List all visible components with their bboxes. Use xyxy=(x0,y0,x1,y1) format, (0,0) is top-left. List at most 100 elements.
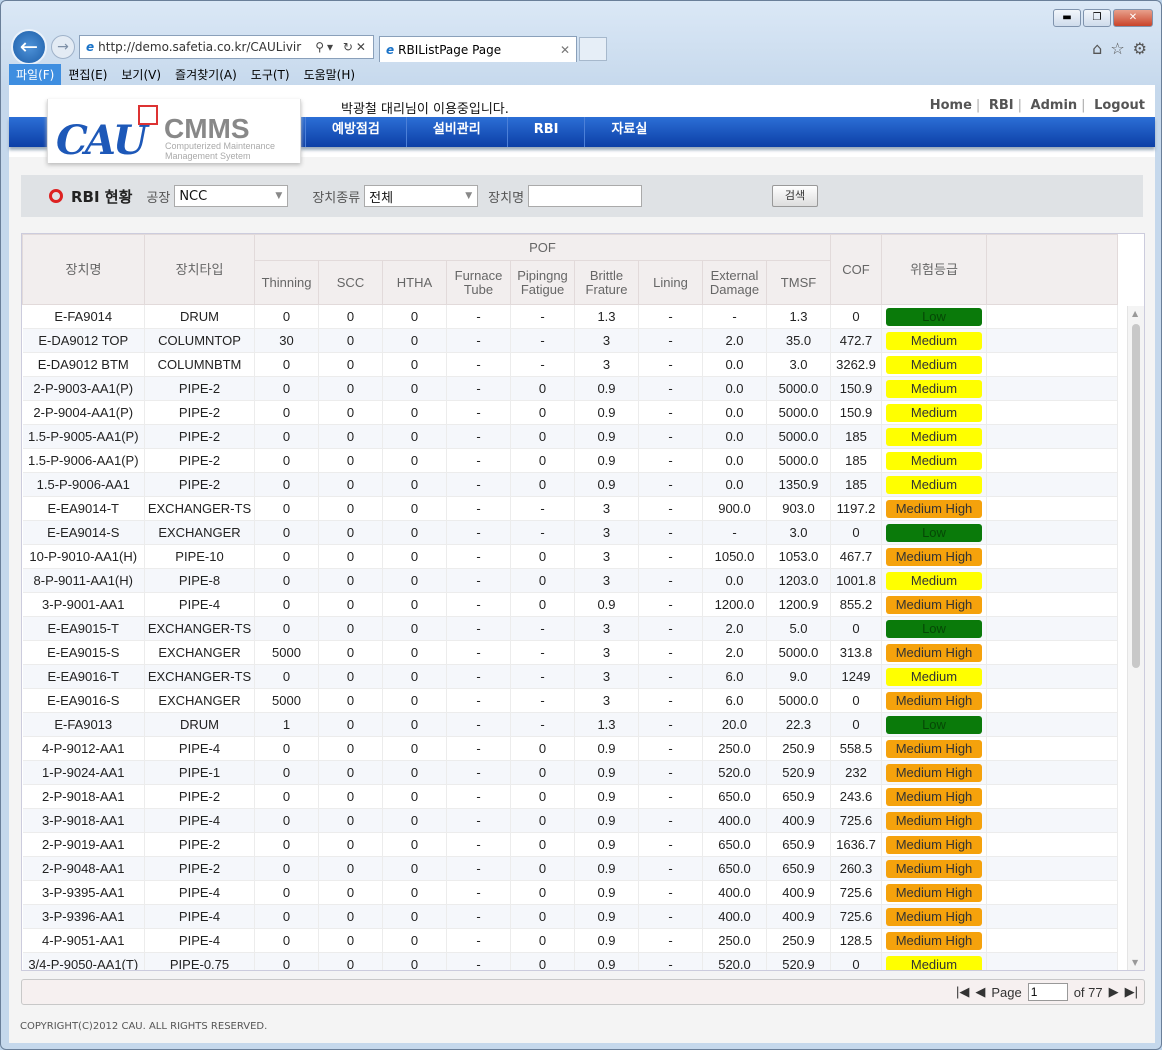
table-row[interactable]: E-EA9015-S EXCHANGER 5000 0 0- -3-2.0 5000.0 31… xyxy=(22,640,1118,665)
gear-icon[interactable]: ⚙ xyxy=(1133,39,1147,58)
col-htha[interactable]: HTHA xyxy=(382,260,447,305)
col-scc[interactable]: SCC xyxy=(318,260,383,305)
cell-tmsf: 5000.0 xyxy=(766,400,831,425)
table-row[interactable]: E-DA9012 BTM COLUMNBTM 0 0 0- -3-0.0 3.0 3262.9… xyxy=(22,352,1118,377)
scroll-thumb[interactable] xyxy=(1132,324,1140,668)
table-row[interactable]: 1.5-P-9005-AA1(P) PIPE-2 0 0 0-0 0.9-0.0 5000.… xyxy=(22,424,1118,449)
col-external[interactable]: External Damage xyxy=(702,260,767,305)
col-tmsf[interactable]: TMSF xyxy=(766,260,831,305)
new-tab-button[interactable] xyxy=(579,37,607,61)
cell-empty xyxy=(986,592,1118,617)
back-button[interactable]: ← xyxy=(11,29,47,65)
next-page-icon[interactable]: ▶ xyxy=(1109,984,1119,1000)
table-row[interactable]: E-EA9015-T EXCHANGER-TS 0 0 0- -3-2.0 5.0 0 Low xyxy=(22,616,1118,641)
table-row[interactable]: E-DA9012 TOP COLUMNTOP 30 0 0- -3-2.0 35.0 472.… xyxy=(22,328,1118,353)
address-tools-icon[interactable]: ⚲▾ ↻✕ xyxy=(315,40,373,54)
table-row[interactable]: 8-P-9011-AA1(H) PIPE-8 0 0 0-0 3-0.0 1203.0 100… xyxy=(22,568,1118,593)
last-page-icon[interactable]: ▶| xyxy=(1125,984,1138,1000)
table-row[interactable]: E-FA9013 DRUM 1 0 0- -1.3-20.0 22.3 0 Low xyxy=(22,712,1118,737)
cell-cof: 1249 xyxy=(830,664,882,689)
table-row[interactable]: 1-P-9024-AA1 PIPE-1 0 0 0-0 0.9-520.0 520.9 232… xyxy=(22,760,1118,785)
table-row[interactable]: E-EA9014-T EXCHANGER-TS 0 0 0- -3-900.0 903.0 1… xyxy=(22,496,1118,521)
cell-type: DRUM xyxy=(144,304,255,329)
nav-equipment[interactable]: 설비관리 xyxy=(405,117,507,147)
close-button[interactable]: ✕ xyxy=(1113,9,1153,27)
cell-name: E-DA9012 BTM xyxy=(22,352,145,377)
table-row[interactable]: 3-P-9018-AA1 PIPE-4 0 0 0-0 0.9-400.0 400.9 725… xyxy=(22,808,1118,833)
cell-type: PIPE-2 xyxy=(144,472,255,497)
forward-button[interactable]: → xyxy=(51,35,75,59)
cell-thinning: 0 xyxy=(254,832,319,857)
table-row[interactable]: E-EA9016-S EXCHANGER 5000 0 0- -3-6.0 5000.0 0 M… xyxy=(22,688,1118,713)
table-row[interactable]: 10-P-9010-AA1(H) PIPE-10 0 0 0-0 3-1050.0 1053… xyxy=(22,544,1118,569)
address-bar[interactable]: e http://demo.safetia.co.kr/CAULivir ⚲▾ … xyxy=(79,35,374,59)
col-furnace[interactable]: Furnace Tube xyxy=(446,260,511,305)
nav-rbi[interactable]: RBI xyxy=(506,117,585,147)
link-home[interactable]: Home xyxy=(930,98,972,113)
col-grade[interactable]: 위험등급 xyxy=(881,234,987,305)
table-row[interactable]: 3-P-9395-AA1 PIPE-4 0 0 0-0 0.9-400.0 400.9 725… xyxy=(22,880,1118,905)
table-row[interactable]: 2-P-9048-AA1 PIPE-2 0 0 0-0 0.9-650.0 650.9 260… xyxy=(22,856,1118,881)
cell-scc: 0 xyxy=(318,400,383,425)
type-select[interactable]: 전체 ▼ xyxy=(364,185,479,207)
plant-select[interactable]: NCC ▼ xyxy=(174,185,289,207)
maximize-button[interactable]: ❐ xyxy=(1083,9,1111,27)
logo[interactable]: CAU CMMS Computerized Maintenance Manageme… xyxy=(47,99,301,164)
menu-help[interactable]: 도움말(H) xyxy=(297,64,363,85)
name-input[interactable] xyxy=(528,185,643,207)
cell-empty xyxy=(986,856,1118,881)
favorites-star-icon[interactable]: ☆ xyxy=(1110,39,1124,58)
cell-cof: 0 xyxy=(830,304,882,329)
table-row[interactable]: 4-P-9012-AA1 PIPE-4 0 0 0-0 0.9-250.0 250.9 558… xyxy=(22,736,1118,761)
col-type[interactable]: 장치타입 xyxy=(144,234,255,305)
cell-type: PIPE-4 xyxy=(144,880,255,905)
menu-edit[interactable]: 편집(E) xyxy=(61,64,114,85)
home-icon[interactable]: ⌂ xyxy=(1092,39,1102,58)
table-row[interactable]: 4-P-9051-AA1 PIPE-4 0 0 0-0 0.9-250.0 250.9 128… xyxy=(22,928,1118,953)
scroll-down-icon[interactable]: ▼ xyxy=(1132,958,1138,967)
menu-view[interactable]: 보기(V) xyxy=(114,64,168,85)
link-rbi[interactable]: RBI xyxy=(989,98,1014,113)
link-admin[interactable]: Admin xyxy=(1031,98,1078,113)
nav-library[interactable]: 자료실 xyxy=(584,117,673,147)
table-row[interactable]: 2-P-9004-AA1(P) PIPE-2 0 0 0-0 0.9-0.0 5000.0 1… xyxy=(22,400,1118,425)
vertical-scrollbar[interactable]: ▲ ▼ xyxy=(1127,306,1144,970)
table-row[interactable]: 1.5-P-9006-AA1(P) PIPE-2 0 0 0-0 0.9-0.0 5000.… xyxy=(22,448,1118,473)
menu-favorites[interactable]: 즐겨찾기(A) xyxy=(168,64,244,85)
col-thinning[interactable]: Thinning xyxy=(254,260,319,305)
table-row[interactable]: E-FA9014 DRUM 0 0 0- -1.3- -1.3 0 Low xyxy=(22,304,1118,329)
menu-tools[interactable]: 도구(T) xyxy=(244,64,297,85)
table-row[interactable]: E-EA9014-S EXCHANGER 0 0 0- -3- -3.0 0 Low xyxy=(22,520,1118,545)
cell-piping: - xyxy=(510,328,575,353)
cell-brittle: 3 xyxy=(574,352,639,377)
prev-page-icon[interactable]: ◀ xyxy=(975,984,985,1000)
table-row[interactable]: 3/4-P-9050-AA1(T) PIPE-0.75 0 0 0-0 0.9-520.0… xyxy=(22,952,1118,970)
table-row[interactable]: 1.5-P-9006-AA1 PIPE-2 0 0 0-0 0.9-0.0 1350.9 18… xyxy=(22,472,1118,497)
link-logout[interactable]: Logout xyxy=(1094,98,1145,113)
col-piping[interactable]: Pipingng Fatigue xyxy=(510,260,575,305)
col-name[interactable]: 장치명 xyxy=(22,234,145,305)
close-tab-icon[interactable]: ✕ xyxy=(560,43,576,57)
table-row[interactable]: 3-P-9001-AA1 PIPE-4 0 0 0-0 0.9-1200.0 1200.9 8… xyxy=(22,592,1118,617)
col-cof[interactable]: COF xyxy=(830,234,882,305)
grade-badge: Medium High xyxy=(886,763,982,782)
col-brittle[interactable]: Brittle Frature xyxy=(574,260,639,305)
table-row[interactable]: 2-P-9003-AA1(P) PIPE-2 0 0 0-0 0.9-0.0 5000.0 1… xyxy=(22,376,1118,401)
table-row[interactable]: E-EA9016-T EXCHANGER-TS 0 0 0- -3-6.0 9.0 1249 M… xyxy=(22,664,1118,689)
cell-lining: - xyxy=(638,568,703,593)
first-page-icon[interactable]: |◀ xyxy=(956,984,969,1000)
cell-htha: 0 xyxy=(382,808,447,833)
menu-file[interactable]: 파일(F) xyxy=(9,63,62,85)
page-input[interactable] xyxy=(1027,983,1068,1001)
table-row[interactable]: 2-P-9019-AA1 PIPE-2 0 0 0-0 0.9-650.0 650.9 163… xyxy=(22,832,1118,857)
browser-tab[interactable]: e RBIListPage Page ✕ xyxy=(379,36,577,62)
cell-external: 400.0 xyxy=(702,808,767,833)
minimize-button[interactable]: ▬ xyxy=(1053,9,1081,27)
cell-lining: - xyxy=(638,616,703,641)
nav-preventive[interactable]: 예방점검 xyxy=(305,117,406,147)
table-row[interactable]: 2-P-9018-AA1 PIPE-2 0 0 0-0 0.9-650.0 650.9 243… xyxy=(22,784,1118,809)
col-lining[interactable]: Lining xyxy=(638,260,703,305)
search-button[interactable]: 검색 xyxy=(772,185,819,207)
table-row[interactable]: 3-P-9396-AA1 PIPE-4 0 0 0-0 0.9-400.0 400.9 725… xyxy=(22,904,1118,929)
scroll-up-icon[interactable]: ▲ xyxy=(1132,309,1138,318)
